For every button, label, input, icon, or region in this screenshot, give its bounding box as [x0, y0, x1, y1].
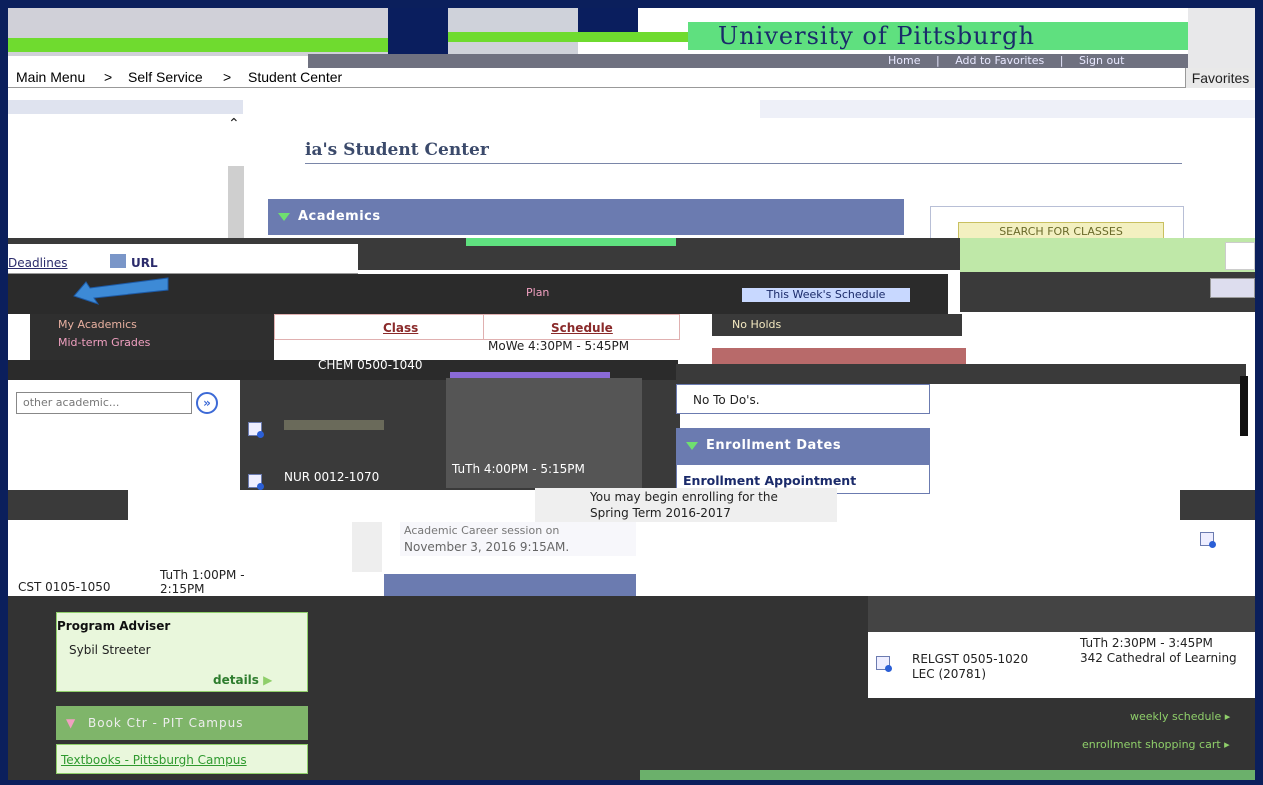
book-center-title: Book Ctr - PIT Campus: [88, 716, 244, 730]
textbooks-link[interactable]: Textbooks - Pittsburgh Campus: [61, 753, 247, 767]
collapse-up-icon[interactable]: ⌃: [228, 116, 240, 132]
breadcrumb: Main Menu > Self Service > Student Cente…: [8, 68, 1255, 88]
schedule-cell: TuTh 4:00PM - 5:15PM: [452, 462, 585, 476]
class-column-header[interactable]: Class: [383, 321, 418, 335]
schedule-cell: MoWe 4:30PM - 5:45PM: [488, 339, 630, 353]
holds-text: No Holds: [732, 318, 782, 331]
breadcrumb-student-center[interactable]: Student Center: [248, 69, 342, 85]
deadlines-link[interactable]: Deadlines: [8, 256, 68, 270]
page-toolbar: [760, 100, 1255, 118]
session-line: Academic Career session on: [404, 524, 560, 537]
left-scrollbar[interactable]: [228, 166, 244, 238]
title-divider: [305, 163, 1182, 164]
calendar-icon[interactable]: [1200, 532, 1216, 548]
page-title: ia's Student Center: [305, 140, 489, 160]
collapse-triangle-icon[interactable]: ▼: [66, 716, 75, 730]
left-nav-header: Deadlines URL: [8, 244, 358, 274]
enrollment-session: Academic Career session on November 3, 2…: [400, 522, 636, 556]
schedule-column-header[interactable]: Schedule: [551, 321, 613, 335]
book-center-body: Textbooks - Pittsburgh Campus: [56, 744, 308, 774]
academics-dropdown[interactable]: other academic...: [16, 392, 192, 414]
enrollment-message: You may begin enrolling for the Spring T…: [535, 488, 837, 522]
advisor-details-link[interactable]: details ▶: [213, 673, 272, 687]
breadcrumb-self-service[interactable]: Self Service: [128, 69, 203, 85]
play-arrow-icon: ▸: [1224, 710, 1231, 723]
academics-title: Academics: [298, 209, 381, 224]
university-name: University of Pittsburgh: [718, 22, 1035, 50]
home-link[interactable]: Home: [888, 54, 920, 67]
date-line: November 3, 2016 9:15AM.: [404, 540, 570, 554]
play-arrow-icon: ▶: [263, 673, 273, 687]
section-header[interactable]: [384, 574, 636, 596]
class-link[interactable]: NUR 0012-1070: [284, 470, 379, 484]
sign-out-link[interactable]: Sign out: [1079, 54, 1125, 67]
nav-item-my-academics[interactable]: My Academics: [58, 318, 137, 331]
schedule-table-header: Class Schedule: [274, 314, 680, 341]
table-row: CST 0105-1050 TuTh 1:00PM - 2:15PM: [8, 566, 288, 596]
weekly-schedule-link[interactable]: weekly schedule ▸: [1130, 710, 1230, 723]
book-center-header[interactable]: ▼ Book Ctr - PIT Campus: [56, 706, 308, 740]
collapse-triangle-icon[interactable]: [278, 212, 290, 221]
url-link[interactable]: URL: [131, 256, 158, 270]
url-icon: [110, 254, 126, 268]
todo-text: No To Do's.: [693, 393, 760, 407]
left-toolbar: [8, 100, 243, 114]
add-to-favorites-link[interactable]: Add to Favorites: [955, 54, 1044, 67]
class-details-icon[interactable]: [248, 422, 264, 438]
todo-header[interactable]: [712, 348, 966, 364]
collapse-triangle-icon[interactable]: [686, 441, 698, 450]
overlay-band-green: [960, 238, 1255, 272]
schedule-cell: TuTh 1:00PM - 2:15PM: [160, 568, 245, 596]
favorites-menu[interactable]: Favorites: [1185, 68, 1255, 88]
class-details-icon[interactable]: [876, 656, 892, 672]
advisor-panel: Program Adviser Sybil Streeter details ▶: [56, 612, 308, 692]
calendar-icon[interactable]: [1225, 242, 1255, 270]
pointer-arrow-icon: [73, 277, 169, 305]
this-weeks-schedule-link[interactable]: This Week's Schedule: [742, 288, 910, 302]
enrollment-message-line: Spring Term 2016-2017: [590, 506, 731, 520]
schedule-cell: TuTh 2:30PM - 3:45PM 342 Cathedral of Le…: [1080, 636, 1237, 665]
academics-header[interactable]: Academics: [268, 199, 904, 235]
table-row: RELGST 0505-1020 LEC (20781) TuTh 2:30PM…: [868, 632, 1255, 698]
enrollment-message-line: You may begin enrolling for the: [590, 490, 778, 504]
enrollment-dates-title: Enrollment Dates: [706, 438, 842, 453]
plan-link[interactable]: Plan: [526, 286, 549, 299]
go-arrow-button[interactable]: »: [196, 392, 218, 414]
nav-item-midterm-grades[interactable]: Mid-term Grades: [58, 336, 150, 349]
enrollment-appointment-label[interactable]: Enrollment Appointment: [683, 473, 856, 488]
holds-panel: No Holds: [712, 314, 962, 336]
class-link[interactable]: CST 0105-1050: [18, 580, 111, 594]
breadcrumb-main-menu[interactable]: Main Menu: [16, 69, 85, 85]
class-link[interactable]: CHEM 0500-1040: [318, 358, 423, 372]
top-banner: University of Pittsburgh Home | Add to F…: [8, 8, 1255, 68]
advisor-name: Sybil Streeter: [69, 643, 151, 657]
class-details-icon[interactable]: [248, 474, 264, 490]
shopping-cart-link[interactable]: enrollment shopping cart ▸: [1082, 738, 1230, 751]
advisor-label: Program Adviser: [57, 619, 171, 633]
play-arrow-icon: ▸: [1224, 738, 1230, 751]
todo-panel: No To Do's.: [676, 384, 930, 414]
breadcrumb-separator: >: [223, 69, 232, 85]
left-nav-menu: My Academics Mid-term Grades: [30, 314, 275, 360]
breadcrumb-separator: >: [104, 69, 113, 85]
class-link[interactable]: RELGST 0505-1020 LEC (20781): [912, 652, 1028, 682]
enrollment-dates-header[interactable]: Enrollment Dates: [676, 428, 930, 464]
